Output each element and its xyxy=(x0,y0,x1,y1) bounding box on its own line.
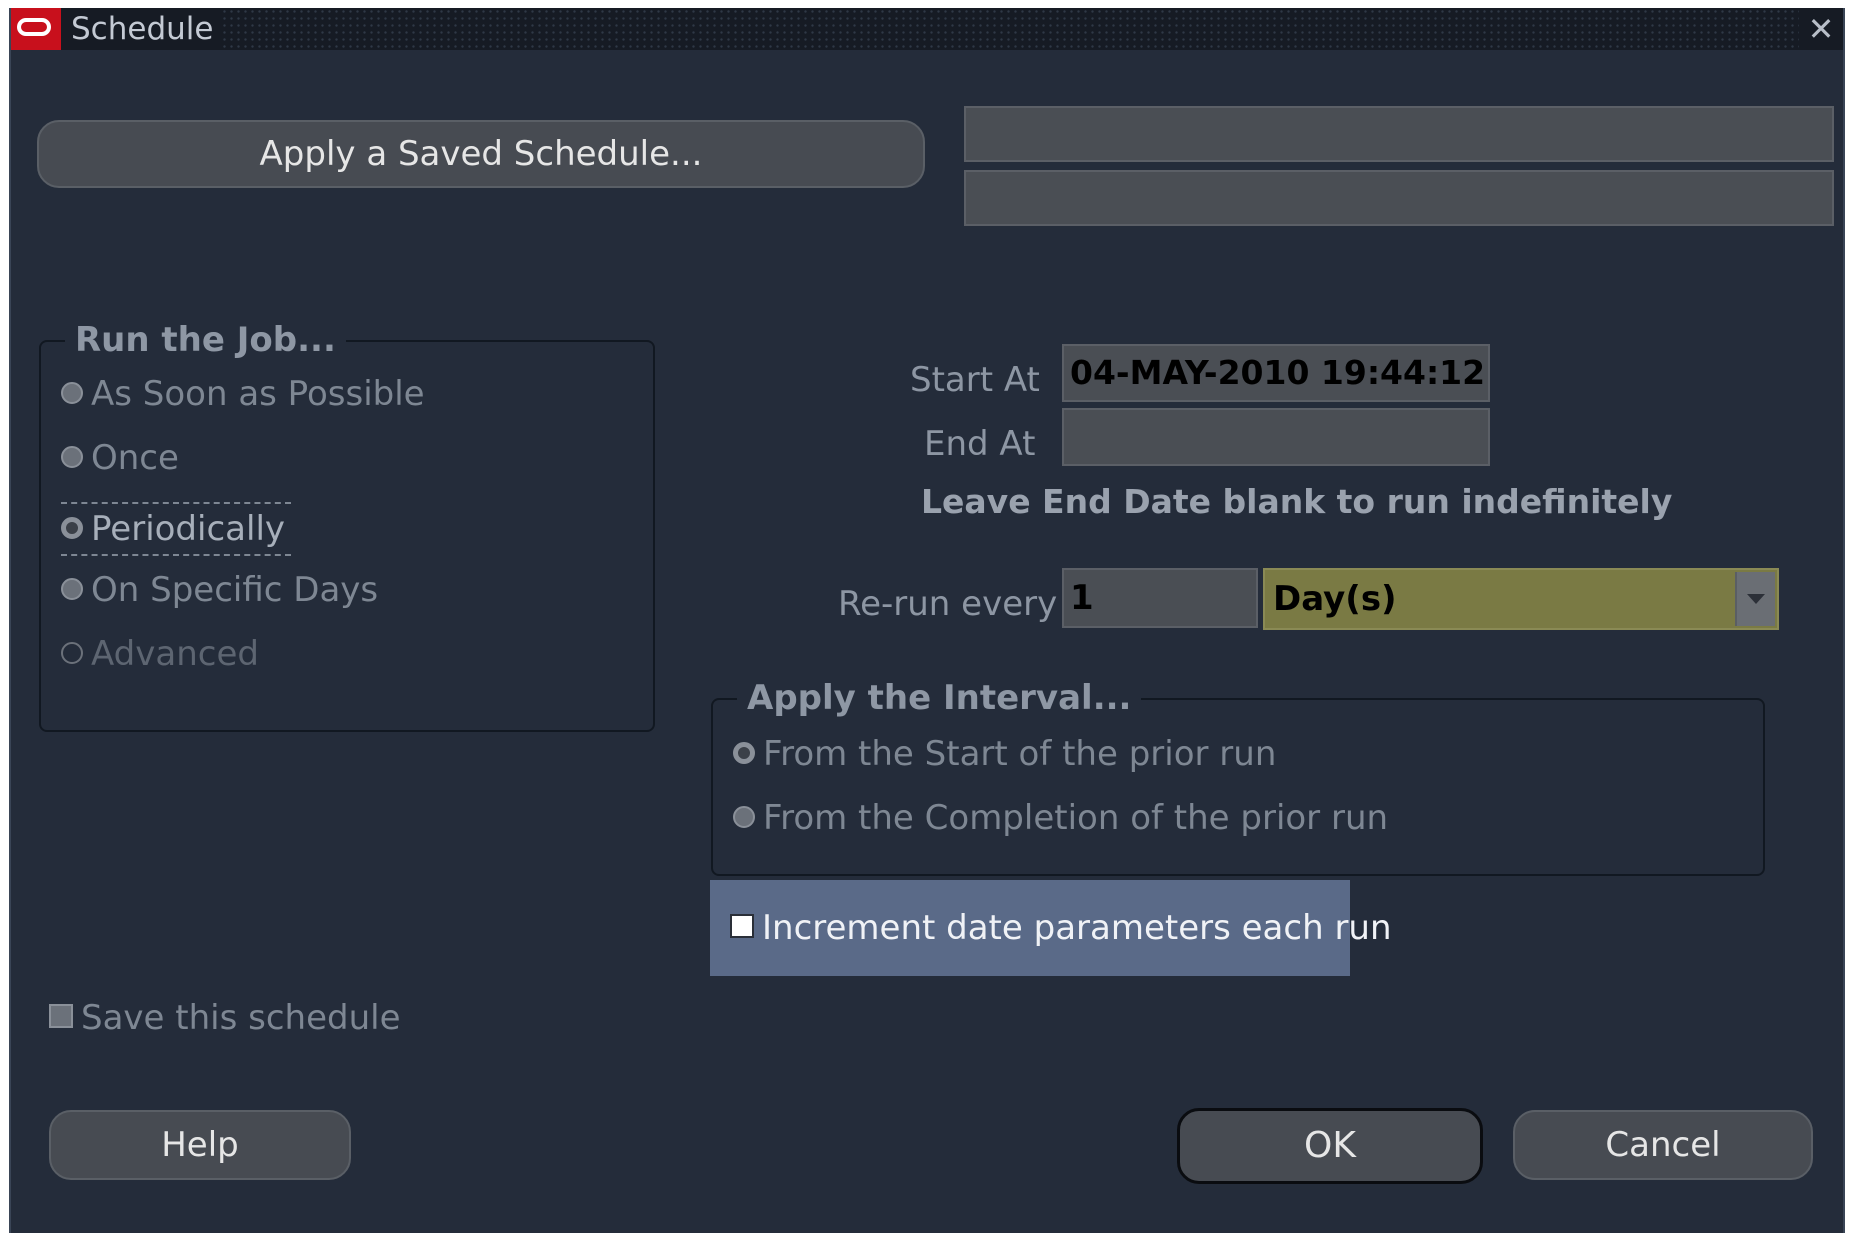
radio-from-completion-of-prior-run[interactable]: From the Completion of the prior run xyxy=(733,798,1388,838)
schedule-window: Schedule ✕ Apply a Saved Schedule... Run… xyxy=(9,8,1845,1233)
save-schedule-checkbox-row[interactable]: Save this schedule xyxy=(49,998,400,1038)
radio-as-soon-as-possible[interactable]: As Soon as Possible xyxy=(61,374,425,414)
schedule-name-field[interactable] xyxy=(964,106,1834,162)
radio-label: From the Completion of the prior run xyxy=(763,798,1389,838)
start-at-label: Start At xyxy=(910,360,1040,400)
start-at-value: 04-MAY-2010 19:44:12 xyxy=(1070,353,1486,392)
ok-button-label: OK xyxy=(1304,1125,1356,1166)
radio-label: As Soon as Possible xyxy=(91,374,425,414)
help-button-label: Help xyxy=(161,1125,239,1165)
oracle-logo-icon xyxy=(11,8,61,50)
apply-saved-schedule-button[interactable]: Apply a Saved Schedule... xyxy=(37,120,925,188)
checkbox-icon[interactable] xyxy=(49,1003,73,1028)
help-button[interactable]: Help xyxy=(49,1110,351,1180)
save-schedule-label: Save this schedule xyxy=(81,998,401,1038)
rerun-every-field[interactable]: 1 xyxy=(1062,568,1258,628)
chevron-down-icon[interactable] xyxy=(1735,572,1775,626)
increment-date-checkbox-row[interactable]: Increment date parameters each run xyxy=(710,880,1392,976)
close-icon[interactable]: ✕ xyxy=(1799,8,1843,50)
radio-advanced[interactable]: Advanced xyxy=(61,634,259,674)
rerun-every-value: 1 xyxy=(1070,578,1094,618)
end-date-hint: Leave End Date blank to run indefinitely xyxy=(921,482,1673,521)
radio-on-specific-days[interactable]: On Specific Days xyxy=(61,570,378,610)
apply-saved-schedule-label: Apply a Saved Schedule... xyxy=(259,134,703,174)
rerun-every-label: Re-run every xyxy=(838,584,1058,624)
radio-button-icon xyxy=(733,805,755,828)
run-the-job-legend: Run the Job... xyxy=(65,320,346,360)
window-title: Schedule xyxy=(61,8,224,50)
run-the-job-group: Run the Job... As Soon as Possible Once … xyxy=(39,320,655,732)
radio-button-selected-icon xyxy=(733,741,755,764)
end-at-label: End At xyxy=(924,424,1036,464)
radio-button-selected-icon xyxy=(61,516,83,539)
title-bar[interactable]: Schedule ✕ xyxy=(11,8,1843,50)
rerun-unit-value: Day(s) xyxy=(1273,579,1397,619)
radio-from-start-of-prior-run[interactable]: From the Start of the prior run xyxy=(733,734,1276,774)
radio-button-icon xyxy=(61,381,83,404)
radio-label: Periodically xyxy=(91,509,286,549)
checkbox-icon[interactable] xyxy=(730,913,754,938)
cancel-button-label: Cancel xyxy=(1605,1125,1721,1165)
radio-label: From the Start of the prior run xyxy=(763,734,1277,774)
start-at-field[interactable]: 04-MAY-2010 19:44:12 xyxy=(1062,344,1490,402)
radio-label: On Specific Days xyxy=(91,570,379,610)
rerun-unit-dropdown[interactable]: Day(s) xyxy=(1263,568,1779,630)
end-at-field[interactable] xyxy=(1062,408,1490,466)
radio-label: Advanced xyxy=(91,634,259,674)
increment-date-label: Increment date parameters each run xyxy=(762,908,1392,948)
ok-button[interactable]: OK xyxy=(1177,1108,1483,1184)
apply-the-interval-group: Apply the Interval... From the Start of … xyxy=(711,678,1765,876)
radio-button-icon xyxy=(61,445,83,468)
cancel-button[interactable]: Cancel xyxy=(1513,1110,1813,1180)
apply-the-interval-legend: Apply the Interval... xyxy=(737,678,1142,718)
radio-button-icon xyxy=(61,577,83,600)
radio-button-icon xyxy=(61,641,83,664)
radio-once[interactable]: Once xyxy=(61,438,179,478)
radio-label: Once xyxy=(91,438,179,478)
schedule-description-field[interactable] xyxy=(964,170,1834,226)
radio-periodically[interactable]: Periodically xyxy=(61,502,292,556)
